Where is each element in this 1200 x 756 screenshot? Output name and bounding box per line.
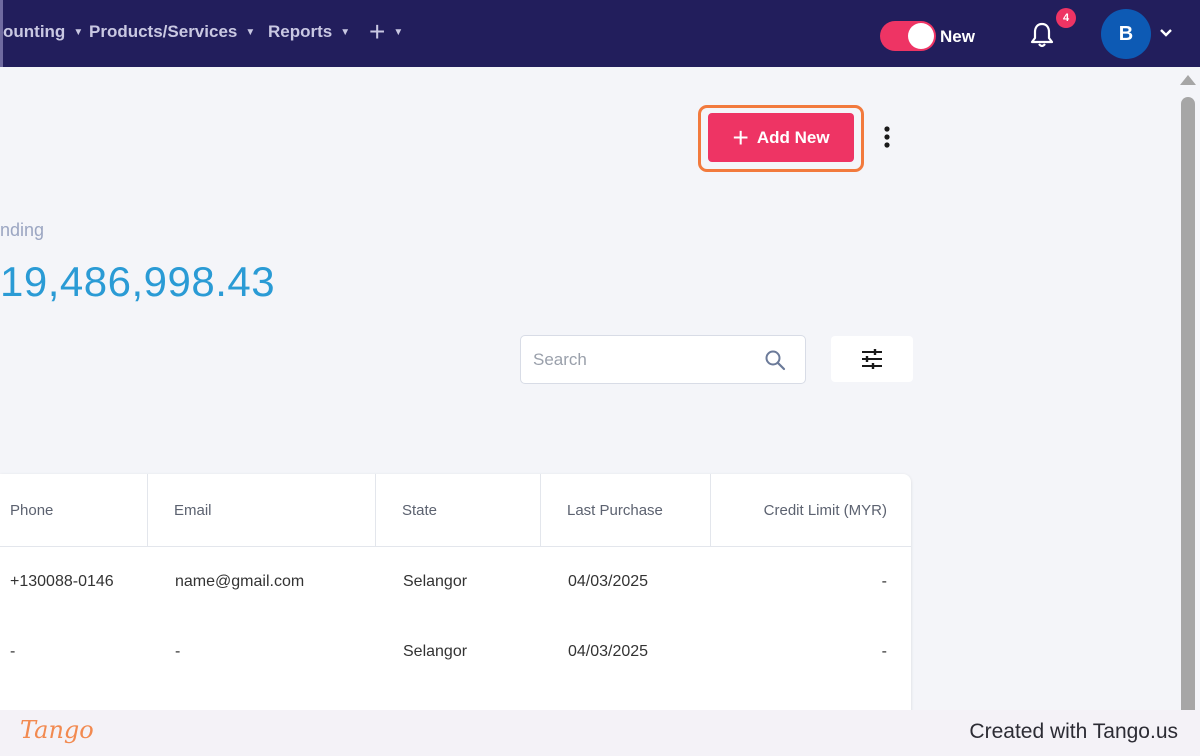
nav-item-label: Products/Services <box>89 22 238 41</box>
caret-down-icon: ▼ <box>393 26 404 38</box>
notification-badge: 4 <box>1056 8 1076 28</box>
tango-credit-text: Created with Tango.us <box>969 720 1178 743</box>
plus-icon: + <box>369 16 386 47</box>
toggle-label: New <box>940 27 975 46</box>
tango-logo: Tango <box>20 716 94 744</box>
cell-email: name@gmail.com <box>175 573 305 590</box>
plus-icon: + <box>732 121 749 153</box>
cell-last-purchase: 04/03/2025 <box>568 643 649 660</box>
nav-item-label: Reports <box>268 22 333 41</box>
bell-icon[interactable] <box>1027 20 1057 50</box>
outstanding-label: nding <box>0 220 45 240</box>
nav-item-reports[interactable]: Reports ▼ <box>268 22 350 42</box>
new-ui-toggle[interactable] <box>880 21 936 51</box>
nav-item-label: ounting <box>3 22 66 41</box>
column-header-email[interactable]: Email <box>148 474 376 547</box>
add-new-button[interactable]: + Add New <box>708 113 854 162</box>
cell-last-purchase: 04/03/2025 <box>568 573 649 590</box>
column-header-phone[interactable]: Phone <box>0 474 148 547</box>
scrollbar-thumb[interactable] <box>1181 97 1195 717</box>
more-options-icon[interactable] <box>876 122 898 152</box>
cell-state: Selangor <box>403 643 468 660</box>
cell-state: Selangor <box>403 573 468 590</box>
add-new-label: Add New <box>756 127 830 147</box>
search-icon[interactable] <box>764 349 786 371</box>
nav-item-quick-create[interactable]: + ▼ <box>369 16 404 47</box>
cell-phone: - <box>10 643 16 660</box>
caret-down-icon: ▼ <box>245 26 256 38</box>
cell-credit-limit: - <box>881 573 887 590</box>
caret-down-icon: ▼ <box>340 26 351 38</box>
cell-email: - <box>175 643 181 660</box>
search-input[interactable] <box>533 347 753 373</box>
outstanding-amount: 19,486,998.43 <box>0 258 276 305</box>
sliders-icon <box>862 349 882 369</box>
column-header-state[interactable]: State <box>376 474 541 547</box>
cell-phone: +130088-0146 <box>10 573 114 590</box>
customers-table: Phone Email State Last Purchase Credit L… <box>0 474 911 734</box>
caret-down-icon: ▼ <box>73 26 84 38</box>
cell-credit-limit: - <box>881 643 887 660</box>
nav-item-products-services[interactable]: Products/Services ▼ <box>89 22 255 42</box>
top-nav-bar: ounting ▼ Products/Services ▼ Reports ▼ … <box>0 0 1200 67</box>
scroll-up-arrow-icon[interactable] <box>1180 75 1196 85</box>
chevron-down-icon[interactable] <box>1159 26 1173 40</box>
avatar[interactable]: B <box>1101 9 1151 59</box>
nav-item-accounting[interactable]: ounting ▼ <box>3 22 83 42</box>
filter-button[interactable] <box>831 336 913 382</box>
toggle-knob <box>908 23 934 49</box>
column-header-last-purchase[interactable]: Last Purchase <box>541 474 711 547</box>
column-header-credit-limit[interactable]: Credit Limit (MYR) <box>711 474 911 547</box>
